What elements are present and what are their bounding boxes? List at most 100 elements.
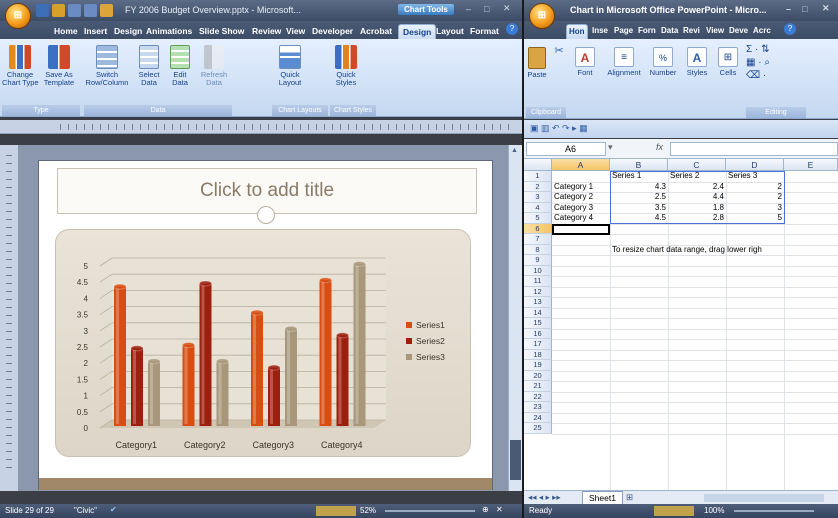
excel-office-button-icon[interactable]: ⊞ (529, 3, 555, 29)
paste-button[interactable]: Paste (526, 47, 548, 79)
excel-maximize-icon[interactable]: □ (802, 4, 807, 14)
xl-tab-developer[interactable]: Deve (727, 24, 750, 39)
scroll-up-icon[interactable]: ▲ (511, 147, 520, 156)
office-button-icon[interactable]: ⊞ (5, 3, 31, 29)
column-header-a[interactable]: A (552, 159, 610, 171)
formula-input[interactable] (670, 142, 838, 156)
close-icon[interactable]: ✕ (503, 3, 511, 14)
tab-view[interactable]: View (282, 24, 309, 39)
tab-design[interactable]: Design (110, 24, 146, 39)
select-data-button[interactable]: Select Data (134, 45, 164, 87)
row-header[interactable]: 10 (524, 265, 552, 276)
category-cell[interactable]: Category 2 (552, 192, 610, 203)
row-header[interactable]: 8 (524, 244, 552, 255)
row-header[interactable]: 7 (524, 234, 552, 245)
number-button[interactable]: % Number (646, 47, 680, 77)
tab-developer[interactable]: Developer (308, 24, 357, 39)
tab-slide-show[interactable]: Slide Show (195, 24, 248, 39)
zoom-in-icon[interactable]: ⊕ (482, 505, 489, 514)
change-chart-type-button[interactable]: Change Chart Type (2, 45, 39, 87)
rotate-handle[interactable] (257, 206, 275, 224)
row-header[interactable]: 14 (524, 307, 552, 318)
xl-tab-insert[interactable]: Inse (590, 24, 610, 39)
name-box-dropdown-icon[interactable]: ▾ (608, 142, 613, 153)
category-cell[interactable]: Category 3 (552, 203, 610, 214)
row-header[interactable]: 25 (524, 423, 552, 434)
row-header[interactable]: 12 (524, 286, 552, 297)
sheet-tab-sheet1[interactable]: Sheet1 (582, 491, 623, 505)
fx-icon[interactable]: fx (656, 142, 663, 152)
zoom-slider[interactable] (385, 510, 475, 512)
row-header[interactable]: 13 (524, 297, 552, 308)
excel-minimize-icon[interactable]: – (786, 4, 791, 14)
undo-icon[interactable] (68, 4, 81, 17)
spell-check-icon[interactable]: ✔ (110, 505, 117, 514)
xl-tab-view[interactable]: View (704, 24, 726, 39)
category-cell[interactable]: Category 4 (552, 213, 610, 224)
xl-tab-page[interactable]: Page (612, 24, 635, 39)
tab-review[interactable]: Review (248, 24, 285, 39)
row-header[interactable]: 4 (524, 202, 552, 213)
xl-tab-review[interactable]: Revi (681, 24, 702, 39)
horizontal-scrollbar[interactable] (704, 494, 824, 502)
tab-animations[interactable]: Animations (142, 24, 196, 39)
open-icon[interactable] (52, 4, 65, 17)
save-icon[interactable] (36, 4, 49, 17)
slide-vertical-scrollbar[interactable]: ▲ (508, 145, 522, 491)
row-header[interactable]: 6 (524, 223, 552, 234)
excel-zoom-slider[interactable] (734, 510, 814, 512)
xl-tab-home[interactable]: Hon (566, 24, 588, 39)
sheet-nav-icons[interactable]: ◂◂ ◂ ▸ ▸▸ (528, 492, 561, 503)
font-button[interactable]: A Font (570, 47, 600, 77)
refresh-data-button[interactable]: Refresh Data (196, 45, 232, 87)
excel-help-icon[interactable]: ? (784, 23, 796, 35)
zoom-level[interactable]: 52% (360, 506, 376, 515)
tab-acrobat[interactable]: Acrobat (356, 24, 396, 39)
column-header-e[interactable]: E (784, 159, 838, 171)
xl-tab-acrobat[interactable]: Acrc (751, 24, 773, 39)
redo-icon[interactable] (84, 4, 97, 17)
insert-sheet-icon[interactable]: ⊞ (626, 492, 633, 503)
chart-data-range-outline[interactable] (610, 171, 785, 224)
tab-chart-design[interactable]: Design (398, 24, 437, 39)
styles-button[interactable]: A Styles (682, 47, 712, 77)
row-header[interactable]: 1 (524, 171, 552, 182)
customize-qat-icon[interactable] (100, 4, 113, 17)
chart-frame[interactable]: 0 0.5 1 1.5 2 2.5 3 3.5 4 4.5 5 Category1 Category2 C… (55, 229, 471, 457)
cut-icon[interactable]: ✂ (554, 46, 564, 57)
minimize-icon[interactable]: – (466, 4, 471, 14)
xl-tab-data[interactable]: Data (659, 24, 680, 39)
row-header[interactable]: 11 (524, 276, 552, 287)
quick-styles-button[interactable]: Quick Styles (330, 45, 362, 87)
row-header[interactable]: 21 (524, 381, 552, 392)
row-header[interactable]: 2 (524, 181, 552, 192)
spreadsheet-grid[interactable]: A B C D E 1 2 3 4 5 6 7 8 9 10 11 12 13 14 15 16 17 18 19 2… (524, 159, 838, 490)
select-all-corner[interactable] (524, 159, 552, 171)
name-box[interactable]: A6 (526, 142, 606, 156)
row-header[interactable]: 3 (524, 192, 552, 203)
row-header[interactable]: 16 (524, 328, 552, 339)
save-as-template-button[interactable]: Save As Template (40, 45, 78, 87)
tab-layout[interactable]: Layout (432, 24, 468, 39)
switch-row-column-button[interactable]: Switch Row/Column (84, 45, 130, 87)
row-header[interactable]: 15 (524, 318, 552, 329)
column-header-d[interactable]: D (726, 159, 784, 171)
row-header[interactable]: 19 (524, 360, 552, 371)
row-header[interactable]: 22 (524, 391, 552, 402)
autosum-button[interactable]: Σ · ⇅ ▦ · ⌕ ⌫ · (746, 43, 786, 82)
edit-data-button[interactable]: Edit Data (166, 45, 194, 87)
cells-button[interactable]: ⊞ Cells (714, 47, 742, 77)
excel-view-buttons[interactable] (654, 506, 694, 516)
row-header[interactable]: 23 (524, 402, 552, 413)
column-header-b[interactable]: B (610, 159, 668, 171)
alignment-button[interactable]: ≡ Alignment (604, 47, 644, 77)
xl-tab-formulas[interactable]: Forn (636, 24, 658, 39)
view-buttons[interactable] (316, 506, 356, 516)
row-header[interactable]: 18 (524, 349, 552, 360)
prev-next-slide-buttons[interactable] (510, 440, 521, 480)
row-header[interactable]: 20 (524, 370, 552, 381)
tab-format[interactable]: Format (466, 24, 503, 39)
column-header-c[interactable]: C (668, 159, 726, 171)
maximize-icon[interactable]: □ (484, 4, 489, 14)
help-icon[interactable]: ? (506, 23, 518, 35)
